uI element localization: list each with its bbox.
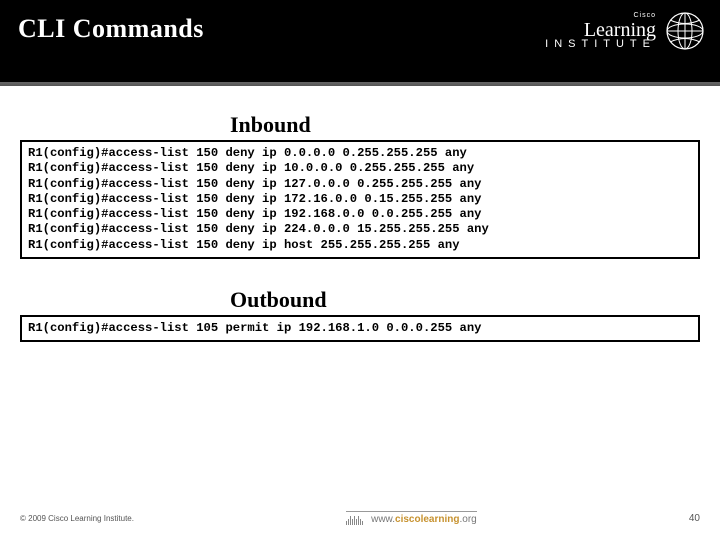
- inbound-code-box: R1(config)#access-list 150 deny ip 0.0.0…: [20, 140, 700, 259]
- globe-icon: [664, 10, 706, 52]
- code-line: R1(config)#access-list 150 deny ip 0.0.0…: [28, 146, 467, 160]
- inbound-heading: Inbound: [230, 112, 700, 138]
- footer-url: www.ciscolearning.org: [346, 511, 477, 525]
- code-line: R1(config)#access-list 105 permit ip 192…: [28, 321, 481, 335]
- outbound-heading: Outbound: [230, 287, 700, 313]
- brand-logo: Cisco Learning INSTITUTE: [545, 10, 706, 52]
- logo-cisco-text: Cisco: [545, 12, 656, 19]
- code-line: R1(config)#access-list 150 deny ip 10.0.…: [28, 161, 474, 175]
- slide-content: Inbound R1(config)#access-list 150 deny …: [0, 86, 720, 342]
- outbound-code-box: R1(config)#access-list 105 permit ip 192…: [20, 315, 700, 342]
- code-line: R1(config)#access-list 150 deny ip host …: [28, 238, 460, 252]
- url-domain: ciscolearning: [395, 514, 459, 525]
- cisco-bars-icon: [346, 515, 363, 525]
- title-bar: CLI Commands Cisco Learning INSTITUTE: [0, 0, 720, 82]
- logo-sub-text: INSTITUTE: [545, 39, 656, 51]
- slide-title: CLI Commands: [18, 10, 204, 44]
- code-line: R1(config)#access-list 150 deny ip 172.1…: [28, 192, 481, 206]
- slide-footer: © 2009 Cisco Learning Institute. www.cis…: [0, 506, 720, 530]
- page-number: 40: [689, 513, 700, 524]
- code-line: R1(config)#access-list 150 deny ip 192.1…: [28, 207, 481, 221]
- url-tld: .org: [459, 514, 476, 525]
- copyright-text: © 2009 Cisco Learning Institute.: [20, 514, 134, 523]
- code-line: R1(config)#access-list 150 deny ip 127.0…: [28, 177, 481, 191]
- url-www: www.: [371, 514, 395, 525]
- code-line: R1(config)#access-list 150 deny ip 224.0…: [28, 222, 489, 236]
